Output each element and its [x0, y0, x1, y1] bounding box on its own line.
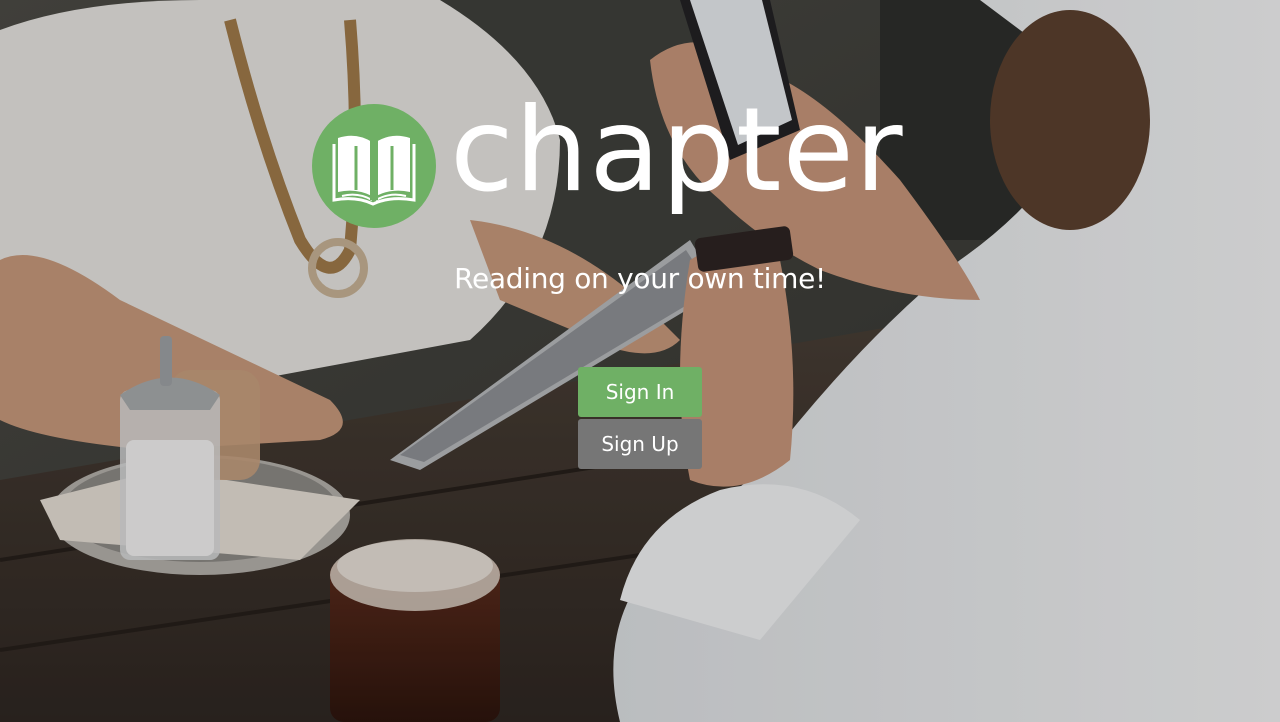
logo-badge	[312, 104, 436, 228]
brand-wordmark: chapter	[450, 83, 904, 218]
tagline: Reading on your own time!	[454, 262, 826, 295]
brand-logo: chapter	[312, 83, 972, 235]
sign-in-button[interactable]: Sign In	[578, 367, 702, 417]
hero-section: chapter Reading on your own time! Sign I…	[0, 0, 1280, 722]
sign-up-button[interactable]: Sign Up	[578, 419, 702, 469]
open-book-icon	[332, 135, 416, 206]
